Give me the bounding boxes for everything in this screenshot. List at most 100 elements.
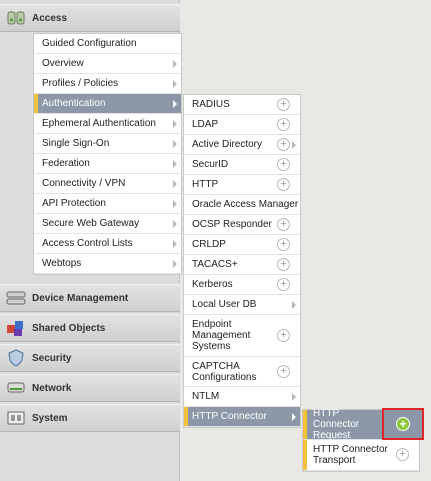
menu-item-federation[interactable]: Federation (34, 154, 181, 174)
nav-section-shared-objects[interactable]: Shared Objects (0, 314, 180, 342)
menu-item-http-connector[interactable]: HTTP Connector (184, 407, 300, 427)
add-icon[interactable]: + (277, 157, 290, 171)
menu-item-securid[interactable]: SecurID + (184, 155, 300, 175)
add-icon[interactable]: + (277, 277, 290, 291)
add-icon[interactable]: + (277, 97, 290, 111)
menu-item-connectivity-vpn[interactable]: Connectivity / VPN (34, 174, 181, 194)
add-icon[interactable]: + (277, 217, 290, 231)
menu-item-label: OCSP Responder (192, 219, 272, 230)
device-icon (6, 289, 26, 307)
menu-item-http[interactable]: HTTP + (184, 175, 300, 195)
menu-item-label: Overview (42, 58, 84, 69)
menu-item-label: Active Directory (192, 139, 263, 150)
menu-item-label: Oracle Access Manager (192, 199, 299, 210)
menu-item-ldap[interactable]: LDAP + (184, 115, 300, 135)
menu-item-label: NTLM (192, 391, 220, 402)
chevron-right-icon (173, 219, 177, 228)
nav-section-label: Device Management (32, 292, 129, 304)
chevron-right-icon (173, 119, 177, 128)
menu-item-secure-web-gateway[interactable]: Secure Web Gateway (34, 214, 181, 234)
add-icon[interactable]: + (277, 117, 290, 131)
menu-item-api-protection[interactable]: API Protection (34, 194, 181, 214)
shield-icon (6, 349, 26, 367)
menu-item-crldp[interactable]: CRLDP + (184, 235, 300, 255)
nav-section-network[interactable]: Network (0, 374, 180, 402)
chevron-right-icon (173, 259, 177, 268)
menu-item-label: Single Sign-On (42, 138, 110, 149)
menu-item-label: Kerberos (192, 279, 233, 290)
menu-item-label: SecurID (192, 159, 229, 170)
menu-item-label: API Protection (42, 198, 106, 209)
add-icon[interactable]: + (277, 237, 290, 251)
menu-item-label: Authentication (42, 98, 106, 109)
menu-item-access-control-lists[interactable]: Access Control Lists (34, 234, 181, 254)
add-icon[interactable]: + (277, 364, 290, 378)
nav-section-security[interactable]: Security (0, 344, 180, 372)
nav-section-label: Network (32, 382, 72, 394)
menu-item-local-user-db[interactable]: Local User DB (184, 295, 300, 315)
menu-item-label: Connectivity / VPN (42, 178, 126, 189)
menu-item-label: LDAP (192, 119, 219, 130)
menu-item-label: HTTP Connector Request (313, 408, 360, 441)
menu-item-active-directory[interactable]: Active Directory + (184, 135, 300, 155)
highlighted-add-button[interactable]: + (382, 408, 424, 440)
chevron-right-icon (173, 239, 177, 248)
chevron-right-icon (292, 140, 296, 149)
menu-item-label: CRLDP (192, 239, 226, 250)
menu-item-label: Webtops (42, 258, 82, 269)
menu-item-authentication[interactable]: Authentication (34, 94, 181, 114)
menu-item-label: Secure Web Gateway (42, 218, 140, 229)
menu-item-label: HTTP (192, 179, 219, 190)
menu-item-radius[interactable]: RADIUS + (184, 95, 300, 115)
chevron-right-icon (173, 59, 177, 68)
menu-item-webtops[interactable]: Webtops (34, 254, 181, 274)
menu-item-label: CAPTCHA Configurations (192, 360, 257, 383)
access-icon (6, 9, 26, 27)
add-icon[interactable]: + (277, 137, 290, 151)
network-icon (6, 379, 26, 397)
add-icon[interactable]: + (396, 448, 409, 461)
menu-item-profiles-policies[interactable]: Profiles / Policies (34, 74, 181, 94)
chevron-right-icon (173, 79, 177, 88)
add-icon[interactable]: + (277, 257, 290, 271)
chevron-right-icon (292, 412, 296, 421)
menu-item-label: Guided Configuration (42, 38, 137, 49)
system-icon (6, 409, 26, 427)
menu-item-label: Access Control Lists (42, 238, 133, 249)
menu-item-http-connector-transport[interactable]: HTTP Connector Transport + (303, 440, 419, 471)
menu-item-guided-configuration[interactable]: Guided Configuration (34, 34, 181, 54)
add-icon[interactable]: + (277, 177, 290, 191)
add-icon[interactable]: + (277, 328, 290, 342)
nav-section-device-management[interactable]: Device Management (0, 284, 180, 312)
access-submenu: Guided Configuration Overview Profiles /… (33, 33, 182, 275)
menu-item-label: Endpoint Management Systems (192, 319, 251, 352)
menu-item-single-sign-on[interactable]: Single Sign-On (34, 134, 181, 154)
nav-section-label: Security (32, 352, 72, 364)
menu-item-label: Ephemeral Authentication (42, 118, 156, 129)
nav-section-system[interactable]: System (0, 404, 180, 432)
menu-item-captcha-configurations[interactable]: CAPTCHA Configurations + (184, 357, 300, 387)
shared-objects-icon (6, 319, 26, 337)
menu-item-tacacs[interactable]: TACACS+ + (184, 255, 300, 275)
chevron-right-icon (292, 392, 296, 401)
menu-item-label: TACACS+ (192, 259, 238, 270)
menu-item-ocsp-responder[interactable]: OCSP Responder + (184, 215, 300, 235)
nav-section-access[interactable]: Access (0, 4, 180, 32)
chevron-right-icon (173, 99, 177, 108)
menu-item-label: HTTP Connector (192, 411, 267, 422)
authentication-submenu: RADIUS + LDAP + Active Directory + SecurID +… (183, 94, 301, 428)
nav-section-label: System (32, 412, 68, 424)
menu-item-oracle-access-manager[interactable]: Oracle Access Manager (184, 195, 300, 215)
menu-item-ephemeral-authentication[interactable]: Ephemeral Authentication (34, 114, 181, 134)
nav-section-label: Shared Objects (32, 322, 106, 334)
menu-item-label: Federation (42, 158, 90, 169)
menu-item-overview[interactable]: Overview (34, 54, 181, 74)
nav-section-label: Access (32, 12, 68, 24)
menu-item-label: Profiles / Policies (42, 78, 119, 89)
menu-item-label: RADIUS (192, 99, 230, 110)
menu-item-kerberos[interactable]: Kerberos + (184, 275, 300, 295)
menu-item-ntlm[interactable]: NTLM (184, 387, 300, 407)
add-icon: + (396, 417, 410, 431)
chevron-right-icon (173, 139, 177, 148)
menu-item-endpoint-management-systems[interactable]: Endpoint Management Systems + (184, 315, 300, 357)
